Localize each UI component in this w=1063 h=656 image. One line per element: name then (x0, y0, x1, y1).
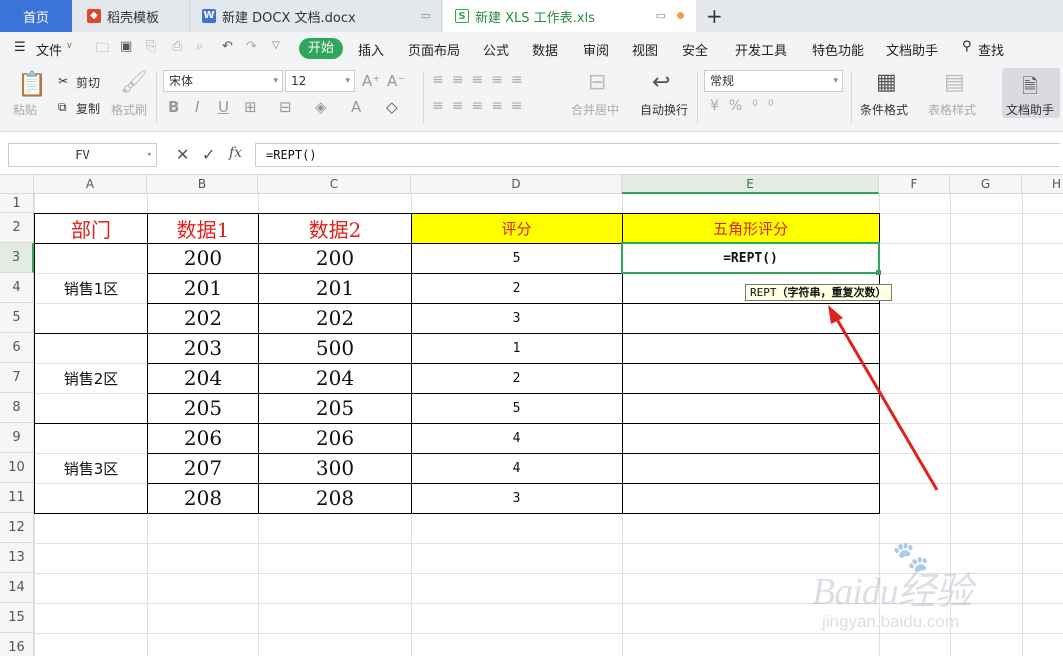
baidu-watermark: 🐾 Baidu经验 jingyan.baidu.com (812, 540, 1022, 640)
arrow-shaft (833, 315, 939, 491)
arrow-head (828, 305, 843, 324)
watermark-main: Baidu经验 (812, 571, 973, 613)
watermark-sub: jingyan.baidu.com (822, 612, 960, 631)
